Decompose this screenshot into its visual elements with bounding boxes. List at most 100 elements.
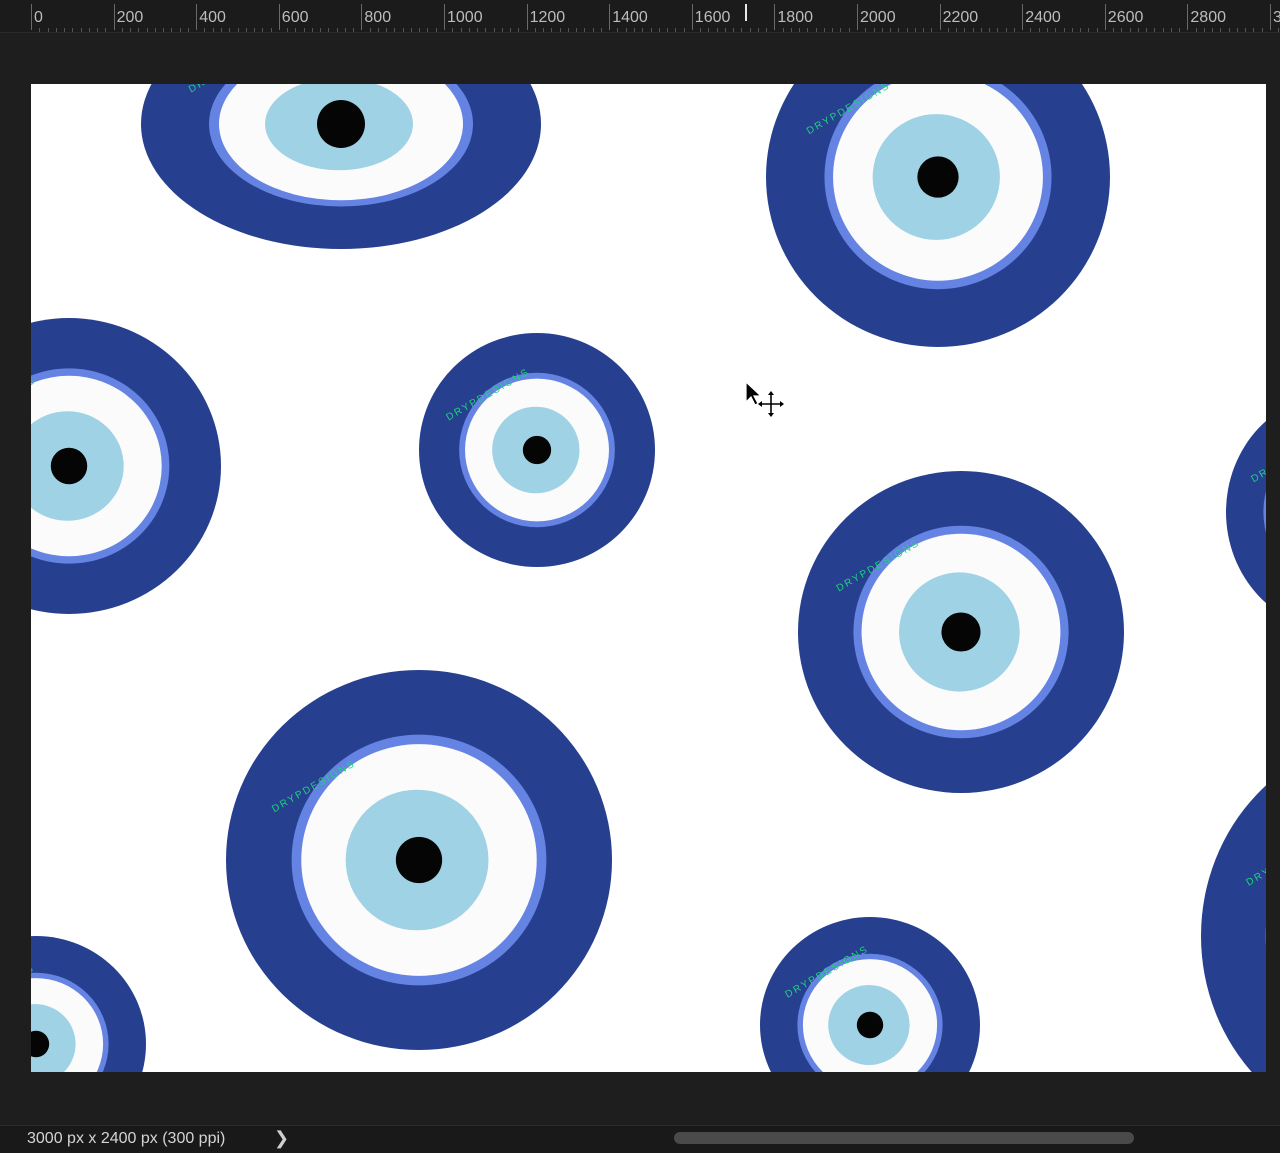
ruler-label: 1600 — [695, 9, 731, 27]
ruler-major-tick — [361, 4, 362, 30]
ruler-minor-tick — [1212, 28, 1213, 32]
ruler-minor-tick — [386, 28, 387, 32]
ruler-minor-tick — [560, 28, 561, 32]
ruler-minor-tick — [1097, 28, 1098, 32]
evil-eye-motif: DRYPDESIGNS — [419, 333, 655, 567]
ruler-minor-tick — [89, 28, 90, 32]
ruler-minor-tick — [708, 28, 709, 32]
ruler-minor-tick — [915, 28, 916, 32]
ruler-minor-tick — [1072, 28, 1073, 32]
ruler-minor-tick — [403, 28, 404, 32]
evil-eye-motif: DRYPDESIGNS — [766, 84, 1110, 347]
ruler-minor-tick — [130, 28, 131, 32]
ruler-minor-tick — [72, 28, 73, 32]
ruler-minor-tick — [1253, 28, 1254, 32]
ruler-label: 2400 — [1025, 9, 1061, 27]
ruler-label: 1000 — [447, 9, 483, 27]
ruler-minor-tick — [1064, 28, 1065, 32]
document-canvas[interactable]: DRYPDESIGNS DRYPDESIGNS DRYPDESIGNS DRYPDES… — [31, 84, 1266, 1072]
ruler-major-tick — [857, 4, 858, 30]
ruler-minor-tick — [758, 28, 759, 32]
ruler-minor-tick — [667, 28, 668, 32]
ruler-minor-tick — [1154, 28, 1155, 32]
ruler-minor-tick — [394, 28, 395, 32]
ruler-minor-tick — [469, 28, 470, 32]
ruler-minor-tick — [370, 28, 371, 32]
ruler-minor-tick — [461, 28, 462, 32]
ruler-major-tick — [940, 4, 941, 30]
ruler-major-tick — [609, 4, 610, 30]
ruler-minor-tick — [221, 28, 222, 32]
ruler-major-tick — [1105, 4, 1106, 30]
ruler-major-tick — [279, 4, 280, 30]
ruler-minor-tick — [56, 28, 57, 32]
ruler-major-tick — [1187, 4, 1188, 30]
ruler-minor-tick — [964, 28, 965, 32]
ruler-minor-tick — [1179, 28, 1180, 32]
horizontal-scrollbar[interactable] — [674, 1132, 1134, 1144]
ruler-minor-tick — [1146, 28, 1147, 32]
ruler-minor-tick — [81, 28, 82, 32]
ruler-minor-tick — [204, 28, 205, 32]
ruler-minor-tick — [1130, 28, 1131, 32]
ruler-minor-tick — [601, 28, 602, 32]
ruler-label: 2600 — [1108, 9, 1144, 27]
chevron-right-icon[interactable]: ❯ — [274, 1128, 289, 1148]
document-info: 3000 px x 2400 px (300 ppi) — [27, 1129, 225, 1149]
ruler-label: 1200 — [530, 9, 566, 27]
evil-eye-motif: DRYPDESIGNS — [760, 917, 980, 1072]
ruler-minor-tick — [97, 28, 98, 32]
ruler-minor-tick — [229, 28, 230, 32]
ruler-minor-tick — [973, 28, 974, 32]
ruler-minor-tick — [518, 28, 519, 32]
ruler-minor-tick — [328, 28, 329, 32]
ruler-minor-tick — [717, 28, 718, 32]
ruler-minor-tick — [651, 28, 652, 32]
ruler-minor-tick — [997, 28, 998, 32]
ruler-minor-tick — [824, 28, 825, 32]
move-pointer-icon — [745, 381, 785, 422]
ruler-minor-tick — [188, 28, 189, 32]
ruler-minor-tick — [956, 28, 957, 32]
ruler-minor-tick — [1163, 28, 1164, 32]
ruler-minor-tick — [1196, 28, 1197, 32]
horizontal-ruler[interactable]: 0200400600800100012001400160018002000220… — [0, 0, 1280, 33]
ruler-minor-tick — [1278, 28, 1279, 32]
ruler-minor-tick — [626, 28, 627, 32]
ruler-minor-tick — [1006, 28, 1007, 32]
ruler-minor-tick — [171, 28, 172, 32]
evil-eye-motif: DRYPDESIGNS — [226, 670, 612, 1050]
ruler-minor-tick — [535, 28, 536, 32]
ruler-minor-tick — [700, 28, 701, 32]
ruler-minor-tick — [427, 28, 428, 32]
eye-pupil — [523, 436, 551, 464]
ruler-minor-tick — [816, 28, 817, 32]
eye-pupil — [941, 612, 980, 651]
ruler-minor-tick — [353, 28, 354, 32]
ruler-minor-tick — [882, 28, 883, 32]
ruler-minor-tick — [849, 28, 850, 32]
ruler-minor-tick — [287, 28, 288, 32]
ruler-label: 400 — [199, 9, 226, 27]
ruler-major-tick — [31, 4, 32, 30]
ruler-minor-tick — [485, 28, 486, 32]
ruler-minor-tick — [1138, 28, 1139, 32]
ruler-minor-tick — [39, 28, 40, 32]
ruler-minor-tick — [213, 28, 214, 32]
ruler-minor-tick — [48, 28, 49, 32]
ruler-minor-tick — [989, 28, 990, 32]
ruler-minor-tick — [271, 28, 272, 32]
ruler-minor-tick — [791, 28, 792, 32]
ruler-minor-tick — [1113, 28, 1114, 32]
ruler-minor-tick — [923, 28, 924, 32]
ruler-minor-tick — [337, 28, 338, 32]
ruler-minor-tick — [1039, 28, 1040, 32]
ruler-major-tick — [527, 4, 528, 30]
ruler-minor-tick — [766, 28, 767, 32]
evil-eye-motif: DRYPDESIGNS — [141, 84, 541, 249]
ruler-minor-tick — [907, 28, 908, 32]
ruler-minor-tick — [865, 28, 866, 32]
ruler-minor-tick — [378, 28, 379, 32]
ruler-minor-tick — [180, 28, 181, 32]
eye-outer — [1226, 394, 1266, 630]
